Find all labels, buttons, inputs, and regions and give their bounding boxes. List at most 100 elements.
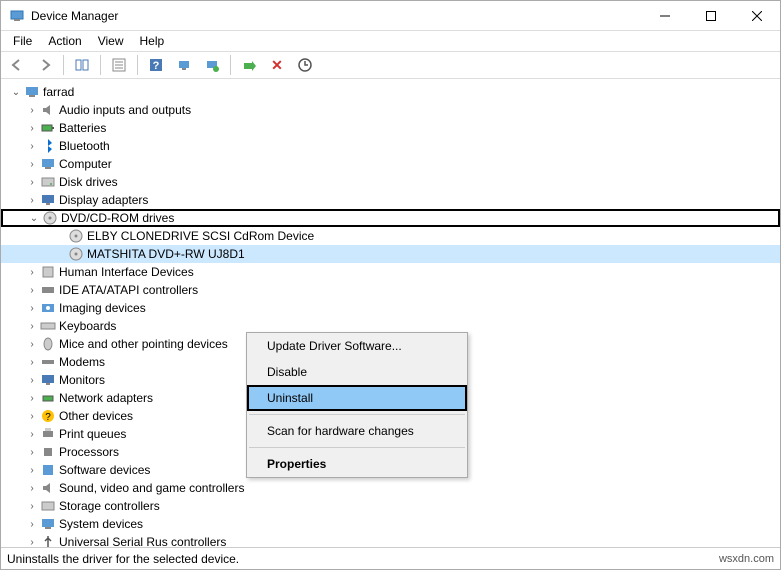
chevron-right-icon[interactable]: ›: [25, 337, 39, 351]
usb-icon: [39, 534, 57, 547]
chevron-right-icon[interactable]: ›: [25, 283, 39, 297]
ctx-uninstall[interactable]: Uninstall: [247, 385, 467, 411]
disk-icon: [39, 174, 57, 190]
ctx-properties[interactable]: Properties: [247, 451, 467, 477]
chevron-right-icon[interactable]: ›: [25, 535, 39, 547]
statusbar: Uninstalls the driver for the selected d…: [1, 547, 780, 569]
chevron-right-icon[interactable]: ›: [25, 103, 39, 117]
watermark: wsxdn.com: [719, 553, 774, 565]
chevron-right-icon[interactable]: ›: [25, 481, 39, 495]
chevron-right-icon[interactable]: ›: [25, 517, 39, 531]
imaging-icon: [39, 300, 57, 316]
chevron-right-icon[interactable]: ›: [25, 121, 39, 135]
computer-icon: [23, 84, 41, 100]
minimize-button[interactable]: [642, 1, 688, 30]
computer-icon: [39, 156, 57, 172]
update-button[interactable]: [200, 53, 224, 77]
menu-help[interactable]: Help: [132, 32, 173, 50]
chevron-right-icon[interactable]: ›: [25, 175, 39, 189]
chevron-right-icon[interactable]: ›: [25, 445, 39, 459]
show-hidden-button[interactable]: [70, 53, 94, 77]
ide-icon: [39, 282, 57, 298]
tree-child-node[interactable]: MATSHITA DVD+-RW UJ8D1: [1, 245, 780, 263]
tree-node[interactable]: › Display adapters: [1, 191, 780, 209]
device-tree[interactable]: ⌄ farrad › Audio inputs and outputs › Batte…: [1, 79, 780, 547]
chevron-right-icon[interactable]: ›: [25, 427, 39, 441]
chevron-right-icon[interactable]: ›: [25, 265, 39, 279]
back-button[interactable]: [5, 53, 29, 77]
chevron-right-icon[interactable]: ›: [25, 499, 39, 513]
tree-node[interactable]: › Universal Serial Rus controllers: [1, 533, 780, 547]
software-icon: [39, 462, 57, 478]
chevron-down-icon[interactable]: ⌄: [27, 211, 41, 225]
scan-hardware-button[interactable]: [293, 53, 317, 77]
uninstall-button[interactable]: ✕: [265, 53, 289, 77]
tree-node-label: Batteries: [59, 121, 106, 135]
ctx-update-driver[interactable]: Update Driver Software...: [247, 333, 467, 359]
window-title: Device Manager: [31, 9, 642, 23]
menu-action[interactable]: Action: [40, 32, 89, 50]
menu-view[interactable]: View: [90, 32, 132, 50]
tree-root[interactable]: ⌄ farrad: [1, 83, 780, 101]
chevron-down-icon[interactable]: ⌄: [9, 85, 23, 99]
monitor-icon: [39, 372, 57, 388]
chevron-right-icon[interactable]: ›: [25, 319, 39, 333]
tree-node[interactable]: › Computer: [1, 155, 780, 173]
ctx-separator: [249, 414, 465, 415]
tree-node-label: Other devices: [59, 409, 133, 423]
app-icon: [9, 8, 25, 24]
enable-button[interactable]: [237, 53, 261, 77]
tree-node-label: Processors: [59, 445, 119, 459]
tree-node[interactable]: › Batteries: [1, 119, 780, 137]
tree-node-label: Universal Serial Rus controllers: [59, 535, 226, 547]
tree-node[interactable]: › Storage controllers: [1, 497, 780, 515]
tree-node-label: DVD/CD-ROM drives: [61, 211, 174, 225]
ctx-scan-hardware[interactable]: Scan for hardware changes: [247, 418, 467, 444]
tree-node-label: Modems: [59, 355, 105, 369]
tree-child-node[interactable]: ELBY CLONEDRIVE SCSI CdRom Device: [1, 227, 780, 245]
tree-node-label: Software devices: [59, 463, 150, 477]
tree-node[interactable]: › Audio inputs and outputs: [1, 101, 780, 119]
chevron-right-icon[interactable]: ›: [25, 355, 39, 369]
maximize-button[interactable]: [688, 1, 734, 30]
scan-button[interactable]: [172, 53, 196, 77]
close-button[interactable]: [734, 1, 780, 30]
dvd-icon: [67, 228, 85, 244]
chevron-right-icon[interactable]: ›: [25, 193, 39, 207]
menu-file[interactable]: File: [5, 32, 40, 50]
tree-node-label: Storage controllers: [59, 499, 160, 513]
toolbar-separator: [137, 55, 138, 75]
tree-node-label: Network adapters: [59, 391, 153, 405]
tree-node[interactable]: ›IDE ATA/ATAPI controllers: [1, 281, 780, 299]
tree-node[interactable]: ›Disk drives: [1, 173, 780, 191]
tree-node[interactable]: ⌄ DVD/CD-ROM drives: [1, 209, 780, 227]
tree-node[interactable]: ›Imaging devices: [1, 299, 780, 317]
tree-node-label: Audio inputs and outputs: [59, 103, 191, 117]
chevron-right-icon[interactable]: ›: [25, 391, 39, 405]
tree-node-label: Computer: [59, 157, 112, 171]
sound-icon: [39, 480, 57, 496]
chevron-right-icon[interactable]: ›: [25, 463, 39, 477]
tree-node-label: Print queues: [59, 427, 126, 441]
tree-node[interactable]: ›Human Interface Devices: [1, 263, 780, 281]
toolbar-separator: [230, 55, 231, 75]
chevron-right-icon[interactable]: ›: [25, 157, 39, 171]
chevron-right-icon[interactable]: ›: [25, 373, 39, 387]
ctx-disable[interactable]: Disable: [247, 359, 467, 385]
titlebar: Device Manager: [1, 1, 780, 31]
modem-icon: [39, 354, 57, 370]
tree-node[interactable]: ›Bluetooth: [1, 137, 780, 155]
toolbar-separator: [100, 55, 101, 75]
tree-node[interactable]: ›System devices: [1, 515, 780, 533]
tree-node[interactable]: ›Sound, video and game controllers: [1, 479, 780, 497]
tree-node-label: Display adapters: [59, 193, 148, 207]
tree-node-label: ELBY CLONEDRIVE SCSI CdRom Device: [87, 229, 314, 243]
help-button[interactable]: ?: [144, 53, 168, 77]
properties-button[interactable]: [107, 53, 131, 77]
chevron-right-icon[interactable]: ›: [25, 301, 39, 315]
chevron-right-icon[interactable]: ›: [25, 409, 39, 423]
forward-button[interactable]: [33, 53, 57, 77]
battery-icon: [39, 120, 57, 136]
chevron-right-icon[interactable]: ›: [25, 139, 39, 153]
toolbar: ? ✕: [1, 51, 780, 79]
